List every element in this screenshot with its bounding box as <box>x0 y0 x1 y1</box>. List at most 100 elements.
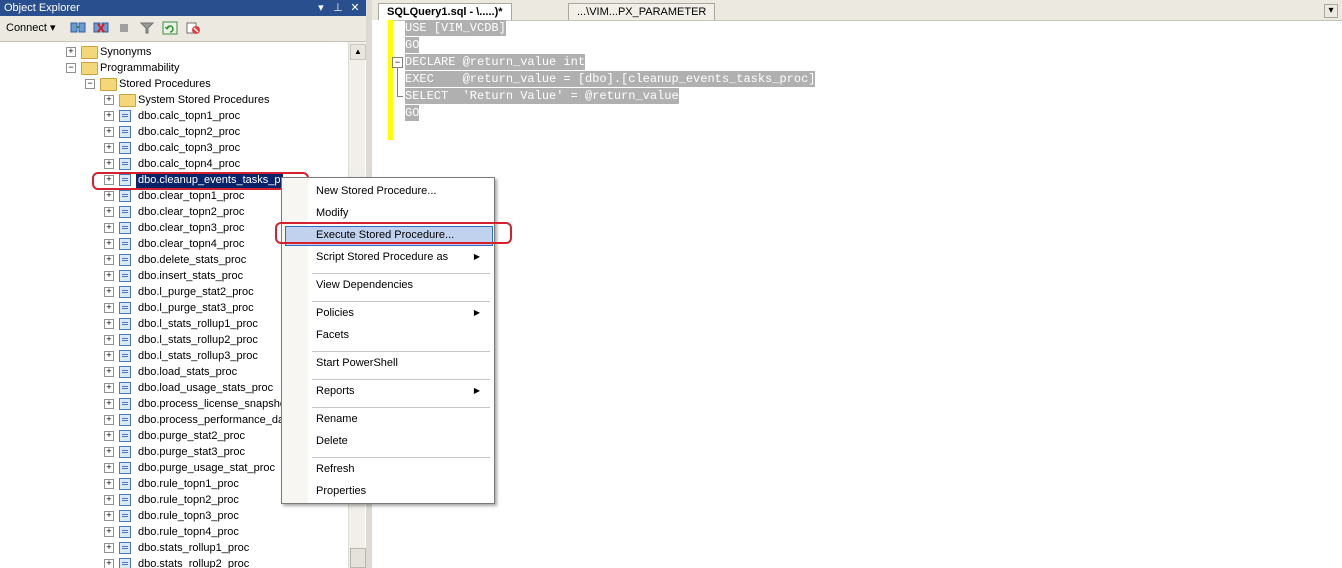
expand-icon[interactable]: + <box>104 527 114 537</box>
collapse-icon[interactable]: − <box>85 79 95 89</box>
menu-item-delete[interactable]: Delete <box>316 432 486 450</box>
stored-procedure-icon <box>119 334 131 346</box>
tab-list-icon[interactable]: ▾ <box>1324 4 1338 18</box>
menu-separator <box>312 301 490 302</box>
expand-icon[interactable]: + <box>104 559 114 568</box>
expand-icon[interactable]: + <box>104 271 114 281</box>
menu-separator <box>312 407 490 408</box>
expand-icon[interactable]: + <box>104 159 114 169</box>
expand-icon[interactable]: + <box>104 543 114 553</box>
stored-procedure-icon <box>119 414 131 426</box>
tree-proc-node[interactable]: + dbo.rule_topn4_proc <box>0 524 348 540</box>
expand-icon[interactable]: + <box>104 431 114 441</box>
dropdown-icon[interactable]: ▾ <box>314 0 328 16</box>
tree-proc-node[interactable]: + dbo.calc_topn1_proc <box>0 108 348 124</box>
tab-sqlquery1[interactable]: SQLQuery1.sql - \.....)* <box>378 3 512 20</box>
code-line[interactable]: DECLARE @return_value int <box>405 54 586 70</box>
expand-icon[interactable]: + <box>104 495 114 505</box>
tree-proc-node[interactable]: + dbo.stats_rollup1_proc <box>0 540 348 556</box>
expand-icon[interactable]: + <box>104 351 114 361</box>
tree-proc-node[interactable]: + dbo.calc_topn3_proc <box>0 140 348 156</box>
expand-icon[interactable]: + <box>66 47 76 57</box>
tree-proc-node[interactable]: + dbo.stats_rollup2_proc <box>0 556 348 568</box>
tree-folder-node[interactable]: + System Stored Procedures <box>0 92 348 108</box>
tree-proc-node[interactable]: + dbo.calc_topn4_proc <box>0 156 348 172</box>
code-line[interactable]: GO <box>405 105 420 121</box>
tree-node-label: Synonyms <box>100 46 152 58</box>
code-line[interactable]: USE [VIM_VCDB] <box>405 20 506 36</box>
expand-icon[interactable]: + <box>104 239 114 249</box>
code-line[interactable]: GO <box>405 37 420 53</box>
filter-icon[interactable] <box>139 21 155 35</box>
expand-icon[interactable]: + <box>104 511 114 521</box>
menu-item-start-powershell[interactable]: Start PowerShell <box>316 354 486 372</box>
code-line[interactable]: EXEC @return_value = [dbo].[cleanup_even… <box>405 71 816 87</box>
tree-node-label: dbo.calc_topn2_proc <box>138 126 241 138</box>
expand-icon[interactable]: + <box>104 143 114 153</box>
connect-button[interactable]: Connect ▾ <box>6 21 56 34</box>
tree-folder-node[interactable]: − Programmability <box>0 60 348 76</box>
expand-icon[interactable]: + <box>104 287 114 297</box>
stored-procedure-icon <box>119 302 131 314</box>
tree-node-label: dbo.clear_topn3_proc <box>138 222 245 234</box>
scroll-thumb[interactable] <box>350 548 366 568</box>
query-editor: SQLQuery1.sql - \.....)* ...\VIM...PX_PA… <box>372 0 1342 568</box>
expand-icon[interactable]: + <box>104 95 114 105</box>
menu-item-script-stored-procedure-as[interactable]: Script Stored Procedure as ▶ <box>316 248 486 266</box>
collapse-icon[interactable]: − <box>392 57 403 68</box>
menu-item-policies[interactable]: Policies ▶ <box>316 304 486 322</box>
menu-item-view-dependencies[interactable]: View Dependencies <box>316 276 486 294</box>
menu-item-rename[interactable]: Rename <box>316 410 486 428</box>
expand-icon[interactable]: + <box>104 111 114 121</box>
expand-icon[interactable]: + <box>104 383 114 393</box>
tree-folder-node[interactable]: − Stored Procedures <box>0 76 348 92</box>
expand-icon[interactable]: + <box>104 255 114 265</box>
expand-icon[interactable]: + <box>104 399 114 409</box>
submenu-arrow-icon: ▶ <box>473 308 480 317</box>
menu-item-reports[interactable]: Reports ▶ <box>316 382 486 400</box>
menu-item-properties[interactable]: Properties <box>316 482 486 500</box>
tree-node-label: dbo.clear_topn2_proc <box>138 206 245 218</box>
tree-folder-node[interactable]: + Synonyms <box>0 44 348 60</box>
menu-item-refresh[interactable]: Refresh <box>316 460 486 478</box>
tab-vim-px-parameter[interactable]: ...\VIM...PX_PARAMETER <box>568 3 716 20</box>
expand-icon[interactable]: + <box>104 447 114 457</box>
tree-node-label: dbo.clear_topn1_proc <box>138 190 245 202</box>
connect-server-icon[interactable] <box>70 21 86 35</box>
expand-icon[interactable]: + <box>104 191 114 201</box>
collapse-icon[interactable]: − <box>66 63 76 73</box>
expand-icon[interactable]: + <box>104 463 114 473</box>
menu-item-label: Refresh <box>316 463 355 475</box>
refresh-icon[interactable] <box>162 21 178 35</box>
stored-procedure-icon <box>119 494 131 506</box>
expand-icon[interactable]: + <box>104 335 114 345</box>
scroll-up-icon[interactable]: ▲ <box>350 44 366 60</box>
tree-node-label: dbo.delete_stats_proc <box>138 254 247 266</box>
stored-procedure-icon <box>119 462 131 474</box>
expand-icon[interactable]: + <box>104 319 114 329</box>
disconnect-icon[interactable] <box>93 21 109 35</box>
stored-procedure-icon <box>119 142 131 154</box>
menu-item-facets[interactable]: Facets <box>316 326 486 344</box>
activity-monitor-icon[interactable] <box>185 21 201 35</box>
expand-icon[interactable]: + <box>104 303 114 313</box>
tree-proc-node[interactable]: + dbo.rule_topn3_proc <box>0 508 348 524</box>
folder-icon <box>100 78 117 91</box>
expand-icon[interactable]: + <box>104 223 114 233</box>
tree-proc-node[interactable]: + dbo.calc_topn2_proc <box>0 124 348 140</box>
pin-icon[interactable]: ⊥ <box>331 0 345 16</box>
expand-icon[interactable]: + <box>104 479 114 489</box>
code-line[interactable]: SELECT 'Return Value' = @return_value <box>405 88 679 104</box>
close-icon[interactable]: ✕ <box>348 0 362 16</box>
menu-item-label: Start PowerShell <box>316 357 398 369</box>
expand-icon[interactable]: + <box>104 207 114 217</box>
expand-icon[interactable]: + <box>104 415 114 425</box>
stop-icon[interactable] <box>116 21 132 35</box>
menu-item-label: Policies <box>316 307 354 319</box>
menu-item-modify[interactable]: Modify <box>316 204 486 222</box>
expand-icon[interactable]: + <box>104 367 114 377</box>
stored-procedure-icon <box>119 398 131 410</box>
expand-icon[interactable]: + <box>104 127 114 137</box>
menu-item-new-stored-procedure[interactable]: New Stored Procedure... <box>316 182 486 200</box>
tree-node-label: dbo.load_usage_stats_proc <box>138 382 274 394</box>
